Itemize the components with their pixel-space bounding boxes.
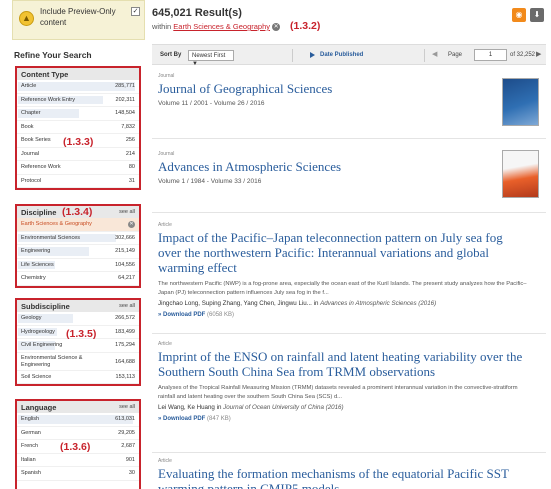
annotation-label: (1.3.4): [62, 206, 93, 218]
see-all-link[interactable]: see all: [119, 303, 135, 309]
prev-page-icon[interactable]: ◀: [432, 50, 437, 58]
result-type: Journal: [158, 73, 175, 79]
facet-item[interactable]: Reference Work 80: [17, 161, 139, 175]
rss-icon[interactable]: ◉: [512, 8, 526, 22]
facet-item[interactable]: Environmental Science & Engineering 164,6…: [17, 353, 139, 371]
result-item: Article Impact of the Pacific–Japan tele…: [158, 222, 528, 318]
result-journal-link[interactable]: Journal of Ocean University of China (20…: [223, 404, 343, 411]
preview-only-toggle[interactable]: ▲ Include Preview-Only content ✓: [12, 0, 145, 40]
within-term-link[interactable]: Earth Sciences & Geography: [173, 22, 270, 31]
facet-item[interactable]: Life Sciences 104,556: [17, 259, 139, 272]
play-icon: [310, 52, 315, 58]
result-type: Journal: [158, 151, 175, 157]
result-type: Article: [158, 458, 172, 464]
result-abstract: The northwestern Pacific (NWP) is a fog-…: [158, 281, 527, 296]
facet-item[interactable]: Spanish 30: [17, 467, 139, 481]
result-type: Article: [158, 341, 172, 347]
facet-title: Content Type: [17, 68, 139, 80]
facet-item[interactable]: German 29,205: [17, 427, 139, 440]
download-pdf-link[interactable]: » Download PDF (6058 KB): [158, 312, 528, 318]
journal-cover-image[interactable]: [502, 78, 539, 126]
facet-item[interactable]: Geology 266,572: [17, 312, 139, 326]
preview-icon: ▲: [19, 11, 34, 26]
facet-item[interactable]: Civil Engineering 175,294: [17, 339, 139, 353]
result-journal-link[interactable]: Advances in Atmospheric Sciences (2016): [320, 300, 436, 307]
annotation-label: (1.3.2): [290, 20, 321, 32]
annotation-label: (1.3.3): [63, 136, 94, 148]
remove-filter-icon[interactable]: ✕: [128, 221, 135, 228]
facet-item[interactable]: Protocol 31: [17, 175, 139, 188]
facet-item[interactable]: Article 285,771: [17, 80, 139, 94]
preview-only-label: Include Preview-Only content: [40, 7, 116, 27]
result-item: Journal Journal of Geographical Sciences…: [158, 73, 498, 107]
facet-title: Subdiscipline see all: [17, 300, 139, 312]
results-count: 645,021 Result(s): [152, 7, 242, 19]
preview-only-checkbox[interactable]: ✓: [131, 7, 140, 16]
facet-item[interactable]: Soil Science 153,113: [17, 371, 139, 384]
annotation-label: (1.3.5): [66, 328, 97, 340]
page-label: Page: [448, 52, 463, 58]
result-item: Journal Advances in Atmospheric Sciences…: [158, 151, 498, 185]
facet-subdiscipline: Subdiscipline see all Geology 266,572 Hydr…: [15, 298, 141, 386]
see-all-link[interactable]: see all: [119, 209, 135, 215]
date-published-filter[interactable]: Date Published: [320, 52, 363, 58]
facet-item[interactable]: Book 7,832: [17, 121, 139, 134]
facet-item[interactable]: Engineering 215,149: [17, 245, 139, 259]
result-authors: Jingchao Long, Suping Zhang, Yang Chen, …: [158, 300, 437, 307]
result-item: Article Imprint of the ENSO on rainfall …: [158, 341, 528, 422]
facet-item[interactable]: English 613,031: [17, 413, 139, 427]
result-authors: Lei Wang, Ke Huang in Journal of Ocean U…: [158, 404, 344, 411]
sort-by-label: Sort By: [160, 52, 182, 58]
see-all-link[interactable]: see all: [119, 404, 135, 410]
result-title-link[interactable]: Journal of Geographical Sciences: [158, 81, 498, 96]
facet-item[interactable]: Chapter 148,504: [17, 107, 139, 121]
page-input[interactable]: 1: [474, 49, 507, 61]
result-title-link[interactable]: Advances in Atmospheric Sciences: [158, 159, 498, 174]
facet-item[interactable]: Environmental Sciences 302,666: [17, 232, 139, 245]
page-total: of 32,252: [510, 52, 536, 58]
facet-item[interactable]: Chemistry 64,217: [17, 272, 139, 286]
result-title-link[interactable]: Impact of the Pacific–Japan teleconnecti…: [158, 230, 528, 275]
facet-item[interactable]: Journal 214: [17, 148, 139, 161]
result-volume: Volume 11 / 2001 - Volume 26 / 2016: [158, 100, 265, 107]
facet-content-type: Content Type Article 285,771 Reference Wo…: [15, 66, 141, 190]
result-type: Article: [158, 222, 172, 228]
facet-item-selected[interactable]: Earth Sciences & Geography ✕: [17, 218, 139, 232]
within-filter: within Earth Sciences & Geography ✕: [152, 22, 281, 32]
results-toolbar: Sort By Newest First ▼ Date Published ◀ …: [152, 44, 546, 67]
facet-item[interactable]: Italian 901: [17, 454, 139, 467]
remove-within-icon[interactable]: ✕: [272, 23, 281, 32]
download-pdf-link[interactable]: » Download PDF (847 KB): [158, 416, 528, 422]
result-title-link[interactable]: Evaluating the formation mechanisms of t…: [158, 466, 528, 489]
result-item: Article Evaluating the formation mechani…: [158, 458, 528, 489]
journal-cover-image[interactable]: [502, 150, 539, 198]
sidebar: ▲ Include Preview-Only content ✓ Refine …: [12, 0, 145, 60]
next-page-icon[interactable]: ▶: [536, 50, 541, 58]
facet-title: Language see all: [17, 401, 139, 413]
result-title-link[interactable]: Imprint of the ENSO on rainfall and late…: [158, 349, 528, 379]
result-abstract: Analyses of the Tropical Rainfall Measur…: [158, 385, 518, 400]
refine-search-title: Refine Your Search: [14, 50, 92, 60]
sort-select[interactable]: Newest First ▼: [188, 50, 234, 67]
facet-item[interactable]: Reference Work Entry 202,311: [17, 94, 139, 107]
annotation-label: (1.3.6): [60, 441, 91, 453]
result-volume: Volume 1 / 1984 - Volume 33 / 2016: [158, 178, 262, 185]
download-icon[interactable]: ⬇: [530, 8, 544, 22]
